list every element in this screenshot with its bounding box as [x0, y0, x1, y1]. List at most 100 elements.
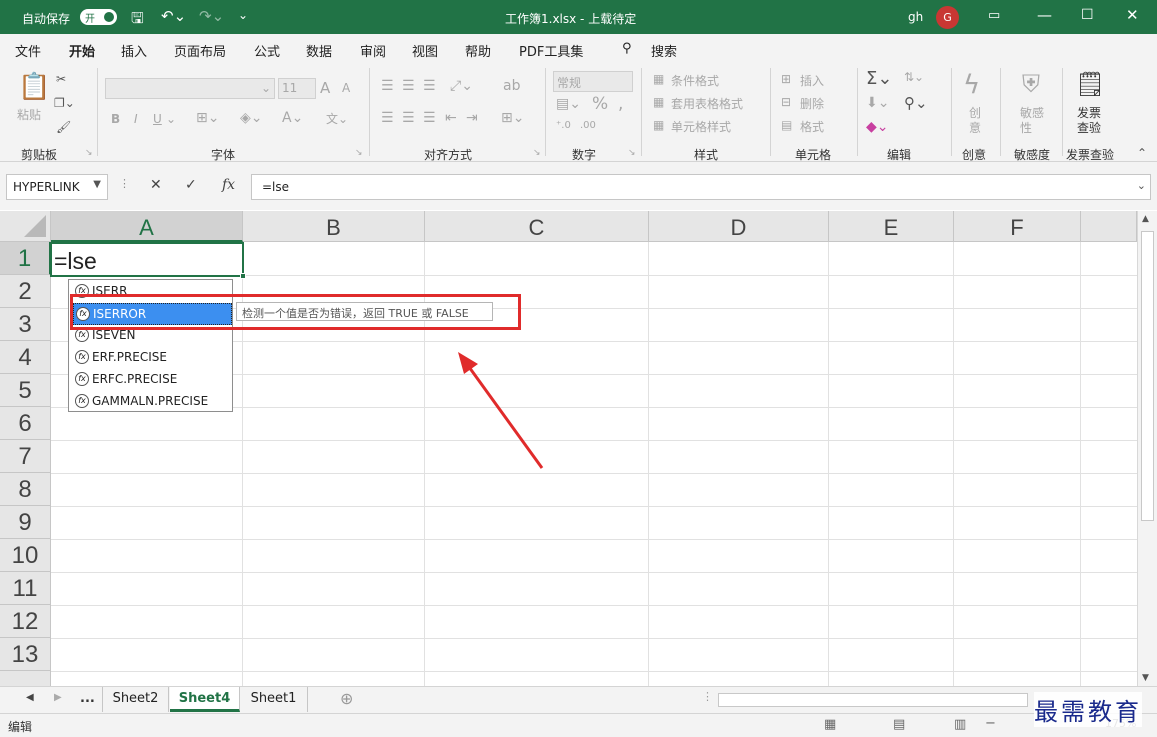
collapse-ribbon-icon[interactable]: ⌃: [1137, 146, 1147, 160]
search-label[interactable]: 搜索: [651, 41, 677, 60]
delete-cells-button[interactable]: 删除: [800, 95, 824, 112]
format-table-icon[interactable]: ▦: [653, 95, 664, 109]
invoice-check-icon[interactable]: 🗒: [1075, 70, 1105, 98]
page-break-view-icon[interactable]: ▥: [954, 717, 966, 732]
name-box[interactable]: HYPERLINK ▼: [6, 174, 108, 200]
cell-styles-icon[interactable]: ▦: [653, 118, 664, 132]
format-as-table-button[interactable]: 套用表格格式: [671, 95, 743, 112]
font-launcher-icon[interactable]: ↘: [355, 148, 363, 158]
merge-center-icon[interactable]: ⊞⌄: [501, 110, 524, 126]
cancel-icon[interactable]: ✕: [150, 177, 162, 193]
prev-sheet-icon[interactable]: ◀: [26, 692, 34, 703]
alignment-launcher-icon[interactable]: ↘: [533, 148, 541, 158]
column-header-c[interactable]: C: [425, 211, 649, 242]
tab-help[interactable]: 帮助: [465, 41, 491, 60]
tab-file[interactable]: 文件: [15, 41, 41, 60]
autocomplete-item[interactable]: fx ERFC.PRECISE: [73, 369, 232, 391]
format-cells-icon[interactable]: ▤: [781, 118, 792, 132]
accounting-format-icon[interactable]: ▤⌄: [556, 96, 581, 112]
row-header-4[interactable]: 4: [0, 341, 51, 374]
number-format-select[interactable]: 常规: [553, 71, 633, 92]
paste-label[interactable]: 粘贴: [17, 106, 41, 123]
column-header-g[interactable]: [1081, 211, 1137, 242]
cut-icon[interactable]: ✂: [56, 72, 66, 86]
conditional-format-button[interactable]: 条件格式: [671, 72, 719, 89]
number-launcher-icon[interactable]: ↘: [628, 148, 636, 158]
row-header-9[interactable]: 9: [0, 506, 51, 539]
row-header-10[interactable]: 10: [0, 539, 51, 572]
middle-align-icon[interactable]: ☰: [402, 78, 415, 94]
decrease-font-icon[interactable]: A: [342, 81, 350, 95]
column-header-b[interactable]: B: [243, 211, 425, 242]
ideas-button[interactable]: 创 意: [969, 106, 981, 136]
align-center-icon[interactable]: ☰: [402, 110, 415, 126]
insert-cells-button[interactable]: 插入: [800, 72, 824, 89]
tab-home[interactable]: 开始: [69, 41, 95, 60]
increase-indent-icon[interactable]: ⇥: [466, 110, 478, 126]
tab-formulas[interactable]: 公式: [254, 41, 280, 60]
vertical-scroll-thumb[interactable]: [1141, 231, 1154, 521]
row-header-14[interactable]: [0, 671, 51, 686]
avatar[interactable]: G: [936, 6, 959, 29]
autosave-toggle[interactable]: 开: [80, 9, 117, 25]
row-header-13[interactable]: 13: [0, 638, 51, 671]
tab-data[interactable]: 数据: [306, 41, 332, 60]
tab-review[interactable]: 审阅: [360, 41, 386, 60]
column-header-f[interactable]: F: [954, 211, 1081, 242]
find-select-icon[interactable]: ⚲⌄: [904, 94, 928, 112]
increase-decimal-icon[interactable]: ⁺.0: [556, 120, 571, 131]
font-name-select[interactable]: ⌄: [105, 78, 275, 99]
conditional-format-icon[interactable]: ▦: [653, 72, 664, 86]
add-sheet-icon[interactable]: ⊕: [340, 689, 353, 708]
tab-split-grip-icon[interactable]: ⋮: [702, 690, 713, 703]
autocomplete-item[interactable]: fx ERF.PRECISE: [73, 347, 232, 369]
sheet-tab-sheet2[interactable]: Sheet2: [102, 687, 169, 712]
row-header-8[interactable]: 8: [0, 473, 51, 506]
close-icon[interactable]: ✕: [1126, 6, 1139, 24]
formula-input[interactable]: =lse ⌄: [251, 174, 1151, 200]
tab-pdf-tools[interactable]: PDF工具集: [519, 41, 583, 60]
row-header-2[interactable]: 2: [0, 275, 51, 308]
undo-icon[interactable]: ↶⌄: [161, 7, 186, 25]
wrap-text-icon[interactable]: ab: [503, 78, 520, 94]
phonetic-icon[interactable]: 文⌄: [326, 110, 348, 127]
delete-cells-icon[interactable]: ⊟: [781, 95, 791, 109]
sheet-tab-sheet4[interactable]: Sheet4: [170, 687, 240, 712]
save-icon[interactable]: 🖫: [131, 8, 144, 33]
decrease-indent-icon[interactable]: ⇤: [445, 110, 457, 126]
tab-insert[interactable]: 插入: [121, 41, 147, 60]
paste-icon[interactable]: 📋: [18, 72, 50, 102]
decrease-decimal-icon[interactable]: .00: [580, 120, 596, 131]
vertical-scrollbar[interactable]: ▲ ▼: [1137, 211, 1157, 686]
sensitivity-button[interactable]: 敏感 性: [1020, 106, 1044, 136]
fill-icon[interactable]: ⬇⌄: [866, 95, 889, 111]
comma-style-icon[interactable]: ,: [618, 94, 623, 114]
search-icon[interactable]: ⚲: [622, 41, 632, 56]
page-layout-view-icon[interactable]: ▤: [893, 717, 905, 732]
minimize-icon[interactable]: —: [1037, 6, 1052, 24]
copy-icon[interactable]: ❐⌄: [54, 96, 75, 110]
row-header-11[interactable]: 11: [0, 572, 51, 605]
font-size-select[interactable]: 11: [278, 78, 316, 99]
autocomplete-item[interactable]: fx GAMMALN.PRECISE: [73, 391, 232, 413]
invoice-check-button[interactable]: 发票 查验: [1077, 106, 1101, 136]
row-header-6[interactable]: 6: [0, 407, 51, 440]
zoom-out-icon[interactable]: −: [985, 716, 996, 731]
percent-icon[interactable]: %: [592, 94, 608, 114]
align-right-icon[interactable]: ☰: [423, 110, 436, 126]
expand-formula-bar-icon[interactable]: ⌄: [1137, 179, 1146, 192]
format-painter-icon[interactable]: 🖌: [56, 120, 71, 134]
column-header-d[interactable]: D: [649, 211, 829, 242]
enter-icon[interactable]: ✓: [185, 177, 197, 193]
tab-view[interactable]: 视图: [412, 41, 438, 60]
top-align-icon[interactable]: ☰: [381, 78, 394, 94]
clear-icon[interactable]: ◆⌄: [866, 119, 889, 135]
sheet-tab-sheet1[interactable]: Sheet1: [240, 687, 308, 712]
scroll-down-icon[interactable]: ▼: [1142, 673, 1149, 683]
redo-icon[interactable]: ↷⌄: [199, 7, 224, 25]
bottom-align-icon[interactable]: ☰: [423, 78, 436, 94]
quick-access-customize-icon[interactable]: ⌄: [238, 8, 248, 22]
ideas-icon[interactable]: ϟ: [963, 70, 980, 100]
increase-font-icon[interactable]: A: [320, 79, 330, 97]
maximize-icon[interactable]: ☐: [1081, 7, 1094, 23]
